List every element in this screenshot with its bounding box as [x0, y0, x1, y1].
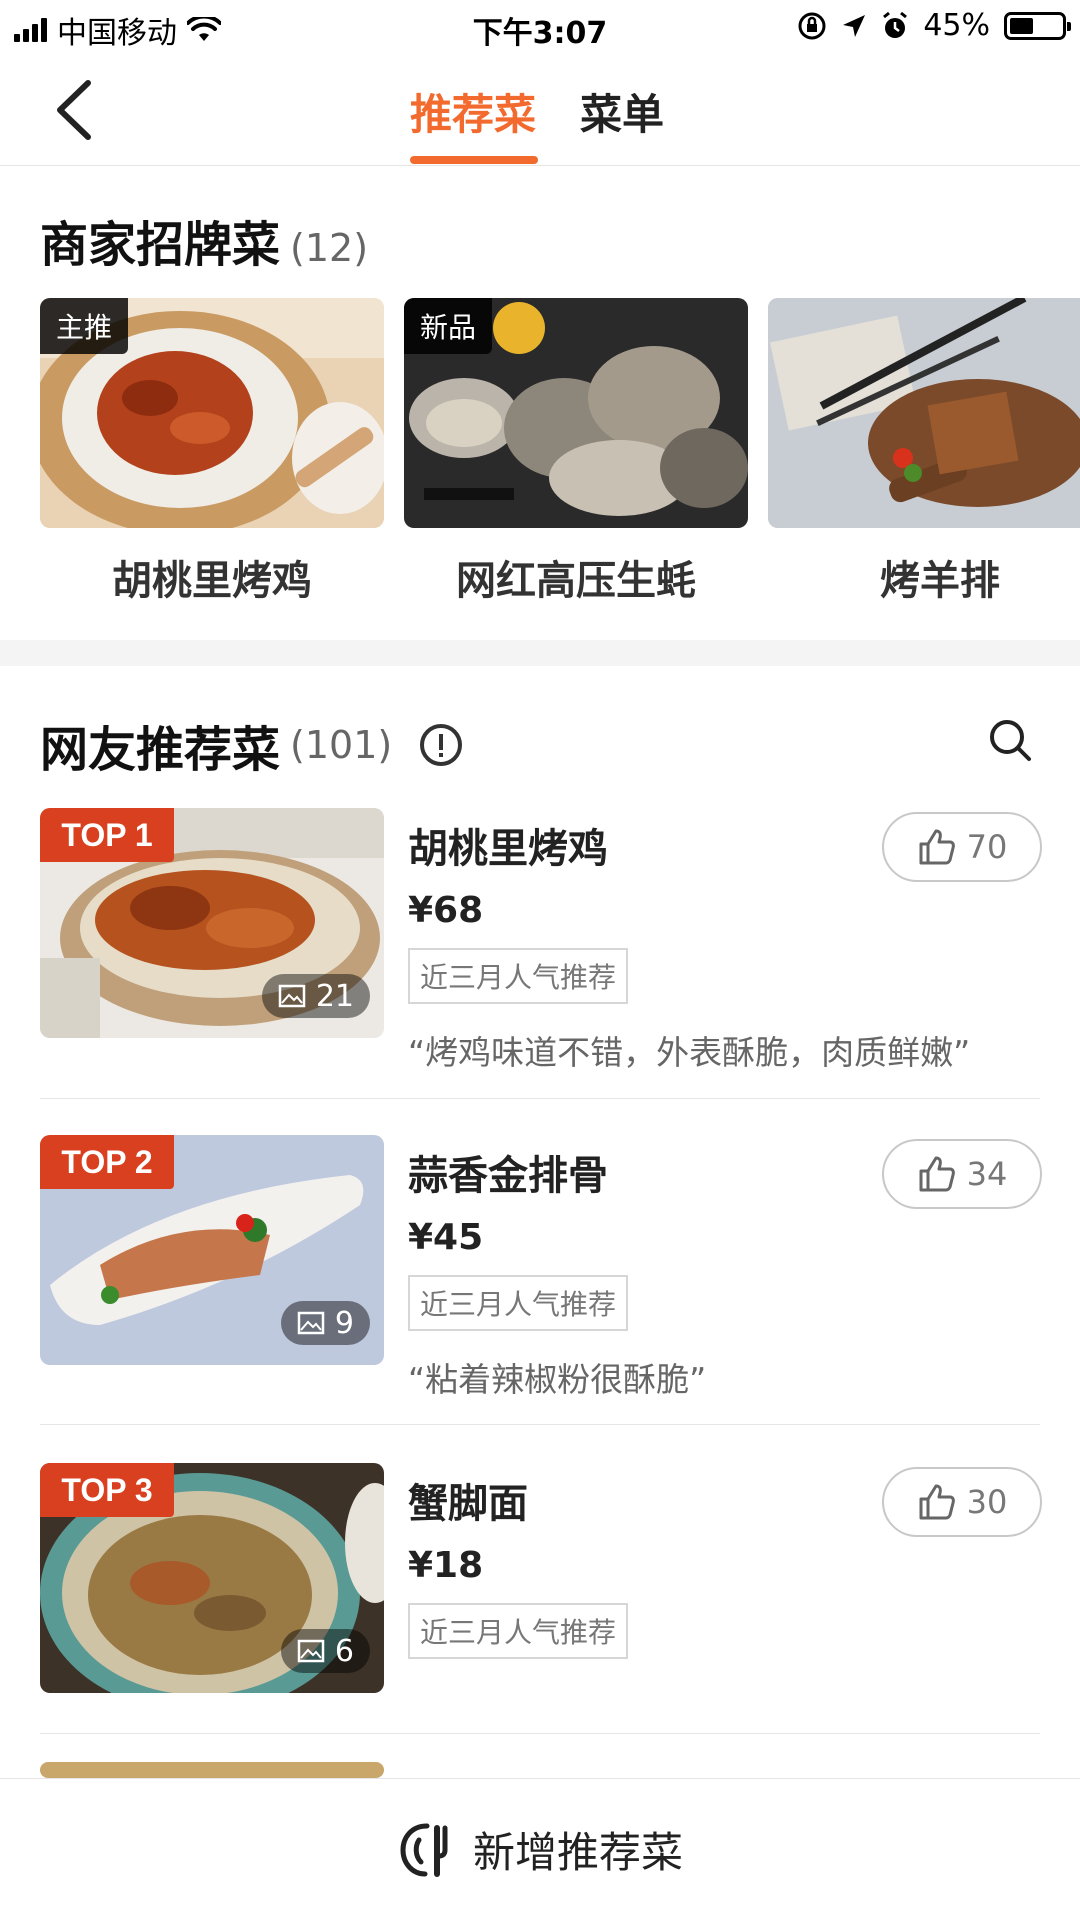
section-divider: [0, 640, 1080, 666]
nav-bar: 推荐菜 菜单: [0, 55, 1080, 166]
signature-image-oysters: 新品: [404, 298, 748, 528]
battery-icon: [1004, 11, 1071, 40]
photo-count: 6: [334, 1633, 354, 1669]
signature-card-oyster[interactable]: 新品 网红高压生蚝: [404, 298, 748, 606]
thumbs-up-icon: [919, 1484, 955, 1520]
rank-badge: TOP 2: [40, 1135, 174, 1189]
row-divider: [40, 1098, 1040, 1099]
add-recommendation-bar[interactable]: 新增推荐菜: [0, 1778, 1080, 1920]
signature-name: 网红高压生蚝: [456, 558, 696, 604]
signature-name: 胡桃里烤鸡: [112, 558, 312, 604]
dish-row-partial[interactable]: [40, 1762, 1040, 1778]
dish-tag: 近三月人气推荐: [408, 1603, 629, 1659]
dish-tag: 近三月人气推荐: [408, 1275, 629, 1331]
signature-card-lamb[interactable]: 烤羊排: [768, 298, 1080, 606]
dish-tag: 近三月人气推荐: [408, 948, 629, 1004]
signature-name: 烤羊排: [880, 558, 1000, 604]
like-button[interactable]: 70: [882, 812, 1042, 882]
battery-level: [1010, 17, 1033, 34]
dish-review-quote: “烤鸡味道不错，外表酥脆，肉质鲜嫩”: [408, 1033, 971, 1072]
dish-price: ¥68: [408, 890, 484, 931]
like-count: 70: [966, 828, 1008, 866]
back-chevron-icon[interactable]: [48, 77, 108, 143]
signature-image-roast-chicken: 主推: [40, 298, 384, 528]
rank-badge: TOP 1: [40, 808, 174, 862]
location-arrow-icon: [843, 14, 866, 37]
like-count: 34: [966, 1155, 1008, 1193]
photo-count-badge[interactable]: 21: [261, 974, 370, 1018]
dish-price: ¥45: [408, 1217, 484, 1258]
add-recommendation-label: 新增推荐菜: [472, 1828, 683, 1877]
rank-badge: TOP 3: [40, 1463, 174, 1517]
recommended-count: (101): [290, 723, 393, 767]
signature-count: (12): [290, 226, 369, 270]
dish-name: 蒜香金排骨: [408, 1153, 608, 1199]
add-dish-icon: [400, 1823, 448, 1877]
photo-count-badge[interactable]: 9: [280, 1301, 370, 1345]
signature-card-chicken[interactable]: 主推 胡桃里烤鸡: [40, 298, 384, 606]
signature-image-lamb-chops: [768, 298, 1080, 528]
thumbs-up-icon: [919, 829, 955, 865]
row-divider: [40, 1733, 1040, 1734]
signature-section-title: 商家招牌菜 (12): [40, 205, 368, 275]
dish-price: ¥18: [408, 1545, 484, 1586]
dish-name: 胡桃里烤鸡: [408, 826, 608, 872]
dish-review-quote: “粘着辣椒粉很酥脆”: [408, 1360, 707, 1399]
like-count: 30: [966, 1483, 1008, 1521]
dish-image: [40, 1762, 384, 1778]
signature-badge: 新品: [404, 298, 493, 354]
image-icon: [297, 1639, 325, 1663]
photo-count: 21: [315, 978, 354, 1014]
dish-name: 蟹脚面: [408, 1481, 528, 1527]
status-bar: 中国移动 下午3:07 45%: [0, 0, 1080, 55]
dish-image[interactable]: TOP 1 21: [40, 808, 384, 1038]
dish-image[interactable]: TOP 3 6: [40, 1463, 384, 1693]
recommended-title-text: 网友推荐菜: [40, 722, 281, 778]
row-divider: [40, 1424, 1040, 1425]
dish-row[interactable]: TOP 2 9 蒜香金排骨 ¥45 近三月人气推荐 “粘着辣椒粉很酥脆” 34: [40, 1135, 1042, 1399]
image-icon: [278, 984, 306, 1008]
tab-menu[interactable]: 菜单: [580, 81, 664, 142]
signature-badge: 主推: [40, 298, 129, 354]
image-icon: [297, 1311, 325, 1335]
dish-row[interactable]: TOP 1 21 胡桃里烤鸡 ¥68 近三月人气推荐 “烤鸡味道不错，外表酥脆，…: [40, 808, 1042, 1072]
alarm-icon: [883, 11, 908, 38]
tab-recommended[interactable]: 推荐菜: [410, 81, 536, 142]
like-button[interactable]: 34: [882, 1139, 1042, 1209]
photo-count: 9: [334, 1305, 354, 1341]
status-right: 45%: [797, 8, 1071, 43]
thumbs-up-icon: [919, 1156, 955, 1192]
dish-image[interactable]: TOP 2 9: [40, 1135, 384, 1365]
dish-row[interactable]: TOP 3 6 蟹脚面 ¥18 近三月人气推荐 30: [40, 1463, 1042, 1713]
orientation-lock-icon: [798, 12, 826, 39]
battery-percent: 45%: [923, 8, 990, 43]
signature-title-text: 商家招牌菜: [40, 217, 281, 273]
search-icon[interactable]: [988, 718, 1032, 762]
photo-count-badge[interactable]: 6: [280, 1629, 370, 1673]
active-tab-indicator: [410, 156, 538, 164]
recommended-section-title: 网友推荐菜 (101): [40, 710, 463, 780]
info-icon[interactable]: [420, 724, 463, 766]
lamb-chops-photo: [768, 298, 1080, 528]
like-button[interactable]: 30: [882, 1467, 1042, 1537]
